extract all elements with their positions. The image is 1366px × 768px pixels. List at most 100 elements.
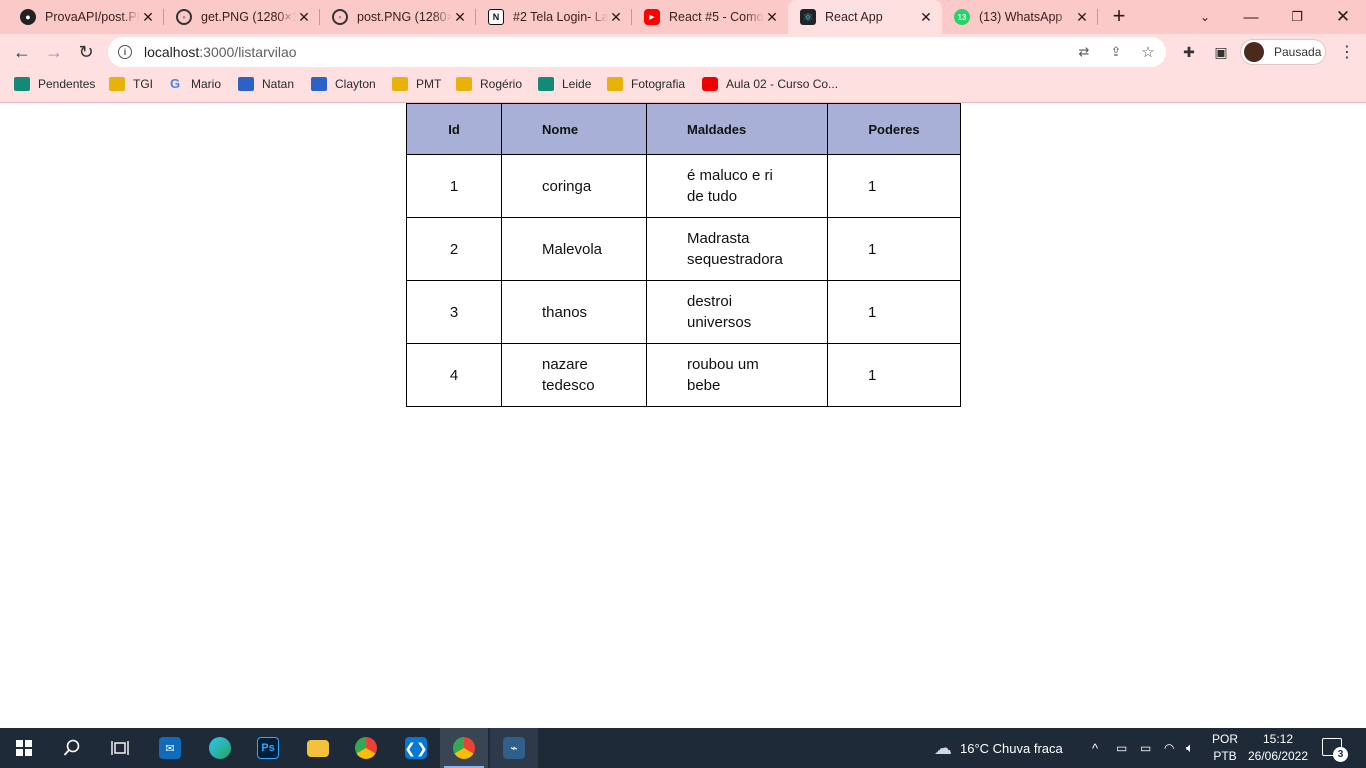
url-path: :3000/listarvilao <box>199 44 297 60</box>
close-tab-icon[interactable]: ✕ <box>296 9 312 25</box>
tab-whatsapp[interactable]: 13 (13) WhatsApp ✕ <box>942 0 1098 34</box>
cell-maldades: destroi universos <box>646 280 828 344</box>
close-tab-icon[interactable]: ✕ <box>608 9 624 25</box>
address-bar[interactable]: i localhost:3000/listarvilao ⇄ ⇪ ☆ <box>108 37 1166 67</box>
cell-poderes: 1 <box>827 217 961 281</box>
workbench-app-glyph: ⌁ <box>503 737 525 759</box>
wifi-icon[interactable]: ◠ <box>1164 728 1174 768</box>
volume-icon[interactable]: 🔈︎ <box>1186 728 1194 768</box>
tab-provaapi[interactable]: ● ProvaAPI/post.PNG at main ✕ <box>8 0 164 34</box>
cell-maldades-text: destroi universos <box>687 293 752 331</box>
cell-nome: thanos <box>501 280 647 344</box>
show-hidden-icons-icon[interactable]: ^ <box>1092 728 1098 768</box>
profile-status: Pausada <box>1274 45 1322 59</box>
bookmark-pendentes[interactable]: Pendentes <box>14 70 95 98</box>
tab-title: React App <box>825 10 883 24</box>
google-icon: G <box>169 76 181 91</box>
close-tab-icon[interactable]: ✕ <box>918 9 934 25</box>
tab-react-app[interactable]: ⚛ React App ✕ <box>788 0 942 34</box>
clock-time: 15:12 <box>1262 732 1294 746</box>
cell-poderes: 1 <box>827 154 961 218</box>
bookmark-natan[interactable]: Natan <box>238 70 294 98</box>
bookmark-mario[interactable]: G Mario <box>167 70 221 98</box>
edge-icon[interactable] <box>196 728 244 768</box>
file-explorer-icon[interactable] <box>294 728 342 768</box>
header-maldades: Maldades <box>646 103 828 155</box>
bookmark-aula-02[interactable]: Aula 02 - Curso Co... <box>702 70 838 98</box>
close-tab-icon[interactable]: ✕ <box>764 9 780 25</box>
site-info-icon[interactable]: i <box>118 45 132 59</box>
system-clock[interactable]: 15:12 26/06/2022 <box>1242 731 1314 765</box>
photoshop-app-glyph: Ps <box>257 737 279 759</box>
bookmark-clayton[interactable]: Clayton <box>311 70 376 98</box>
bookmark-label: Mario <box>191 77 222 91</box>
tab-notion[interactable]: N #2 Tela Login- La ✕ <box>476 0 632 34</box>
address-url: localhost:3000/listarvilao <box>144 44 297 60</box>
notifications-icon[interactable]: 3 <box>1322 738 1348 762</box>
tab-youtube-react[interactable]: ▶ React #5 - Como ✕ <box>632 0 788 34</box>
weather-widget[interactable]: ☁ 16°C Chuva fraca <box>934 728 1063 768</box>
bookmark-rogerio[interactable]: Rogério <box>456 70 522 98</box>
extensions-puzzle-icon[interactable]: ✚ <box>1180 43 1198 61</box>
chrome-active-icon[interactable] <box>440 728 488 768</box>
bookmark-label: Leide <box>562 77 592 91</box>
share-icon[interactable]: ⇪ <box>1108 44 1124 60</box>
tab-post-png[interactable]: ◦ post.PNG (1280× ✕ <box>320 0 476 34</box>
vscode-icon[interactable]: ❮❯ <box>392 728 440 768</box>
photoshop-icon[interactable]: Ps <box>244 728 292 768</box>
bookmark-pmt[interactable]: PMT <box>392 70 441 98</box>
restore-icon[interactable]: ❐ <box>1274 0 1320 34</box>
windows-start-icon[interactable] <box>0 728 48 768</box>
close-tab-icon[interactable]: ✕ <box>452 9 468 25</box>
meet-now-icon[interactable]: ▭ <box>1116 728 1127 768</box>
classroom-icon <box>14 77 30 91</box>
close-tab-icon[interactable]: ✕ <box>1074 9 1090 25</box>
battery-icon[interactable]: ▭ <box>1140 728 1151 768</box>
tab-get-png[interactable]: ◦ get.PNG (1280×1 ✕ <box>164 0 320 34</box>
new-tab-button[interactable]: + <box>1107 5 1131 29</box>
chrome-icon[interactable] <box>342 728 390 768</box>
bookmark-star-icon[interactable]: ☆ <box>1140 44 1156 61</box>
cell-maldades-text: Madrasta sequestradora <box>687 230 783 268</box>
edge-app-glyph <box>209 737 231 759</box>
reload-icon[interactable]: ↻ <box>72 38 100 66</box>
bookmark-label: Natan <box>262 77 295 91</box>
search-icon[interactable] <box>48 728 96 768</box>
mysql-workbench-icon[interactable]: ⌁ <box>490 728 538 768</box>
minimize-icon[interactable]: — <box>1228 0 1274 34</box>
bookmark-fotografia[interactable]: Fotografia <box>607 70 685 98</box>
bookmark-label: Clayton <box>335 77 376 91</box>
tab-title: post.PNG (1280× <box>357 10 452 24</box>
github-icon: ● <box>20 9 36 25</box>
cell-maldades: Madrasta sequestradora <box>646 217 828 281</box>
forward-arrow-icon[interactable]: → <box>40 38 68 66</box>
cell-id: 4 <box>406 343 502 407</box>
side-panel-icon[interactable]: ▣ <box>1212 43 1230 61</box>
header-nome: Nome <box>501 103 647 155</box>
cell-nome-text: thanos <box>542 303 588 321</box>
mail-icon[interactable]: ✉ <box>146 728 194 768</box>
bookmark-label: Aula 02 - Curso Co... <box>726 77 839 91</box>
language-indicator[interactable]: POR PTB <box>1208 731 1242 765</box>
classroom-icon <box>392 77 408 91</box>
bookmark-tgi[interactable]: TGI <box>109 70 153 98</box>
translate-icon[interactable]: ⇄ <box>1076 44 1092 60</box>
tab-title: ProvaAPI/post.PNG at main <box>45 10 140 24</box>
back-arrow-icon[interactable]: ← <box>8 38 36 66</box>
tab-title: get.PNG (1280×1 <box>201 10 296 24</box>
more-menu-icon[interactable]: ⋮ <box>1338 43 1356 61</box>
classroom-icon <box>238 77 254 91</box>
close-window-icon[interactable]: ✕ <box>1320 0 1366 34</box>
notion-icon: N <box>488 9 504 25</box>
close-tab-icon[interactable]: ✕ <box>140 9 156 25</box>
bookmark-label: TGI <box>133 77 153 91</box>
tab-search-icon[interactable]: ⌄ <box>1182 0 1228 34</box>
classroom-icon <box>456 77 472 91</box>
page-content: Id Nome Maldades Poderes 1 coringa é mal… <box>0 103 1366 728</box>
bookmark-leide[interactable]: Leide <box>538 70 591 98</box>
task-view-icon[interactable] <box>96 728 144 768</box>
bookmark-label: PMT <box>416 77 442 91</box>
header-id: Id <box>406 103 502 155</box>
classroom-icon <box>311 77 327 91</box>
profile-button[interactable]: Pausada <box>1240 39 1326 65</box>
